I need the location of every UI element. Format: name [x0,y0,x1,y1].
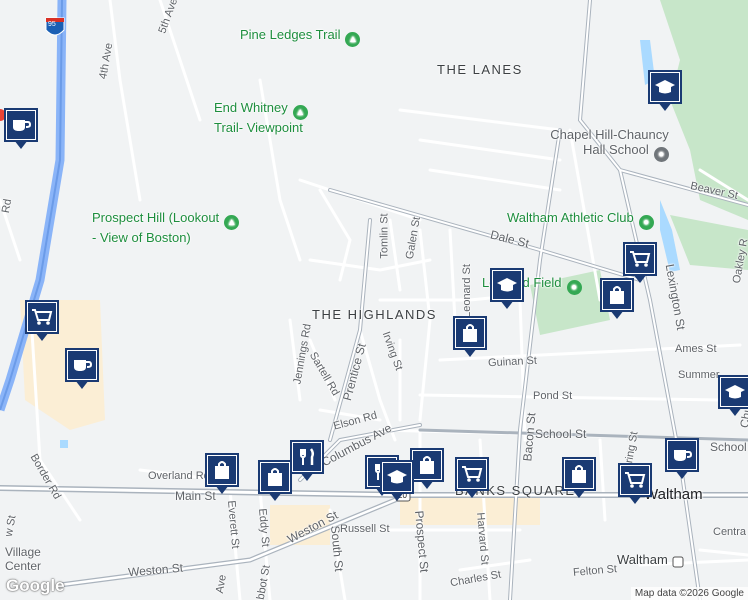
cafe-pin[interactable] [665,438,699,479]
school-icon: ● [653,147,669,162]
shopping-bag-pin[interactable] [600,278,634,319]
poi-label: End Whitney [214,100,288,115]
poi-prospect-hill-lookout[interactable]: Prospect Hill (Lookout ▲ - View of Boston) [92,210,240,245]
street-label-school-st: School St [535,427,587,441]
cafe-pin[interactable] [65,348,99,389]
google-logo: Google [6,576,65,595]
school-pin[interactable] [648,70,682,111]
restaurant-pin[interactable] [290,440,324,481]
shopping-cart-icon [626,245,654,273]
shopping-bag-icon [261,463,289,491]
graduation-cap-icon [383,463,411,491]
shopping-bag-icon [456,319,484,347]
graduation-cap-icon [493,271,521,299]
poi-label: Trail- Viewpoint [214,120,303,135]
shopping-cart-icon [28,303,56,331]
street-label-leonard-st: Leonard St [460,264,473,318]
shopping-bag-icon [413,451,441,479]
area-label-the-lanes: THE LANES [437,62,523,77]
school-pin[interactable] [380,460,414,501]
poi-village-center[interactable]: Village Center [5,545,41,573]
poi-pine-ledges-trail[interactable]: Pine Ledges Trail ▲ [240,27,361,47]
street-label-summer-st: Summer [678,369,720,381]
coffee-cup-icon [668,441,696,469]
trail-icon: ▲ [224,215,240,230]
street-label-partial-rd: Rd [0,198,15,214]
sports-icon: ● [638,215,654,230]
school-pin[interactable] [490,268,524,309]
shopping-cart-icon [458,460,486,488]
fork-knife-icon [293,443,321,471]
shopping-bag-icon [603,281,631,309]
poi-label: Pine Ledges Trail [240,27,341,42]
poi-label: Prospect Hill (Lookout [92,210,220,225]
shopping-bag-pin[interactable] [258,460,292,501]
map-attribution[interactable]: Map data ©2026 Google [630,587,748,600]
shopping-bag-pin[interactable] [205,453,239,494]
poi-waltham-city[interactable]: Waltham [644,486,703,503]
poi-label: Hall School [583,142,649,157]
poi-label: Waltham Athletic Club [507,210,634,225]
poi-label: Center [5,559,42,573]
street-label-russell-st: Russell St [340,523,390,535]
graduation-cap-icon [721,378,748,406]
street-label-guinan-st: Guinan St [487,354,538,370]
poi-chapel-hill-chauncy-hall-school[interactable]: Chapel Hill-Chauncy Hall School ● [527,127,669,162]
i95-label: 95 [48,21,56,28]
street-label-main-st: Main St [175,489,216,503]
map-base-layer [0,0,748,600]
shopping-cart-pin[interactable] [623,242,657,283]
trail-icon: ▲ [345,32,361,47]
shopping-cart-pin[interactable] [618,463,652,504]
trail-icon: ▲ [292,105,308,120]
map-canvas[interactable]: 5th Ave 4th Ave 95 Pine Ledges Trail ▲ TH… [0,0,748,600]
water-area [660,200,680,272]
shopping-cart-icon [621,466,649,494]
poi-waltham-station[interactable]: Waltham [617,552,668,567]
shopping-cart-pin[interactable] [25,300,59,341]
shopping-cart-pin[interactable] [455,457,489,498]
shopping-bag-pin[interactable] [453,316,487,357]
cafe-pin[interactable] [4,108,38,149]
shopping-bag-icon [208,456,236,484]
coffee-cup-icon [7,111,35,139]
street-label-ames-st: Ames St [675,343,717,355]
prentice-st-road [328,218,372,442]
area-label-the-highlands: THE HIGHLANDS [312,307,437,322]
poi-label: Chapel Hill-Chauncy [550,127,669,142]
street-label-central-st: Centra [713,526,747,538]
poi-label: Village [5,545,41,559]
graduation-cap-icon [651,73,679,101]
coffee-cup-icon [68,351,96,379]
street-label-tomlin-st: Tomlin St [378,213,391,259]
water-area [60,440,68,448]
shopping-bag-pin[interactable] [410,448,444,489]
street-label-pond-st: Pond St [533,390,573,402]
school-pin[interactable] [718,375,748,416]
poi-end-whitney-trail[interactable]: End Whitney ▲ Trail- Viewpoint [214,100,308,135]
shopping-bag-pin[interactable] [562,457,596,498]
train-station-icon [672,556,684,568]
poi-waltham-athletic-club[interactable]: Waltham Athletic Club ● [507,210,654,230]
park-icon: ● [566,280,582,295]
street-label-school-st-east: School [710,440,747,454]
shopping-bag-icon [565,460,593,488]
street-label-overland-rd: Overland Rd [148,470,210,482]
poi-label: - View of Boston) [92,230,191,245]
